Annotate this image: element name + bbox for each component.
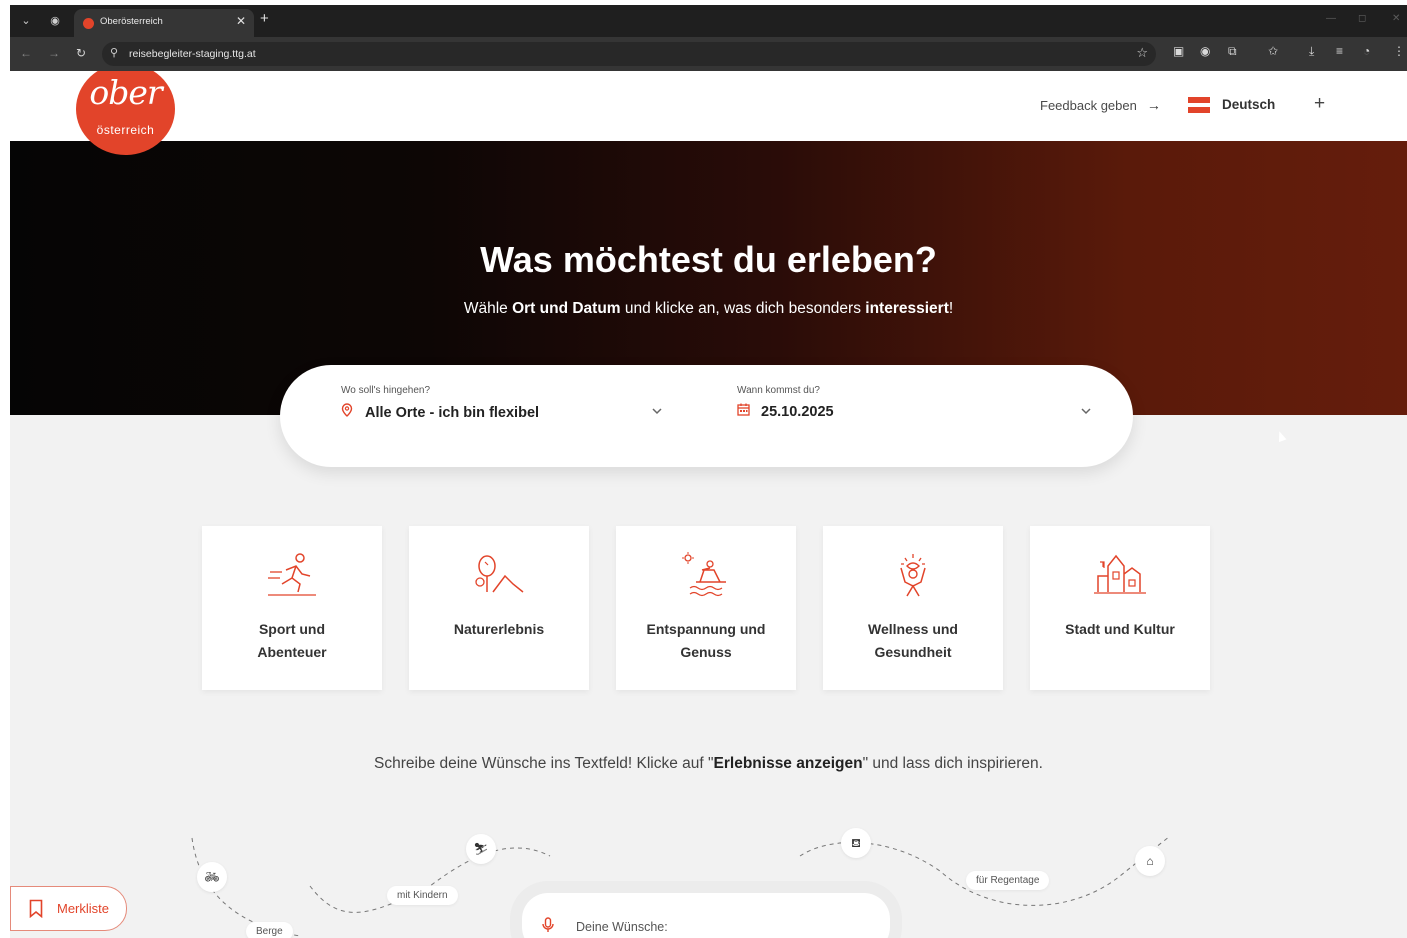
category-card-city[interactable]: Stadt und Kultur xyxy=(1030,526,1210,690)
forward-icon[interactable]: → xyxy=(48,46,60,60)
hiking-icon[interactable]: ⛷︎ xyxy=(466,834,496,864)
nature-icon xyxy=(475,555,524,593)
location-select[interactable]: Wo soll's hingehen? Alle Orte - ich bin … xyxy=(341,385,539,421)
merkliste-label: Merkliste xyxy=(57,901,110,916)
bike-icon[interactable]: 🚲︎ xyxy=(197,862,227,892)
austria-flag-icon xyxy=(1188,97,1210,113)
feedback-link[interactable]: Feedback geben → xyxy=(1040,97,1161,113)
category-title: Naturerlebnis xyxy=(453,621,545,637)
browser-tab[interactable]: Oberösterreich ✕ xyxy=(74,9,254,37)
category-card-wellness[interactable]: Wellness und Gesundheit xyxy=(823,526,1003,690)
chip-berge[interactable]: Berge xyxy=(246,922,293,938)
url-text: reisebegleiter-staging.ttg.at xyxy=(129,48,256,60)
puzzle-icon[interactable]: ⧉ xyxy=(1228,44,1237,59)
city-icon xyxy=(1094,554,1146,594)
wishes-input[interactable]: Deine Wünsche: xyxy=(522,893,890,938)
bookmark-star-icon[interactable]: ☆ xyxy=(1136,45,1148,61)
sport-icon xyxy=(268,553,316,596)
category-card-sport[interactable]: Sport und Abenteuer xyxy=(202,526,382,690)
date-value: 25.10.2025 xyxy=(761,404,834,420)
site-settings-icon[interactable]: ⚲ xyxy=(110,46,118,59)
category-title: Entspannung und Genuss xyxy=(646,621,766,660)
url-field[interactable]: ⚲ reisebegleiter-staging.ttg.at ☆ xyxy=(102,42,1156,66)
category-card-relax[interactable]: Entspannung und Genuss xyxy=(616,526,796,690)
back-icon[interactable]: ← xyxy=(20,46,32,60)
reading-list-icon[interactable]: ≡ xyxy=(1336,44,1343,58)
reload-icon[interactable]: ↻ xyxy=(76,46,86,60)
plus-icon[interactable]: + xyxy=(1314,93,1325,115)
category-title: Sport und Abenteuer xyxy=(257,621,327,660)
bookmark-icon xyxy=(29,899,43,918)
web-page: Feedback geben → Deutsch + ober österreic… xyxy=(10,71,1407,938)
microphone-icon[interactable] xyxy=(542,917,554,936)
feedback-label: Feedback geben xyxy=(1040,98,1137,113)
extension-icon[interactable]: ▣ xyxy=(1173,44,1184,58)
date-label: Wann kommst du? xyxy=(737,385,820,396)
favorites-icon[interactable]: ✩ xyxy=(1268,44,1278,58)
browser-window: ⌄ ◉ Oberösterreich ✕ + — ◻ ✕ ← → ↻ ⚲ rei… xyxy=(10,5,1407,938)
category-card-nature[interactable]: Naturerlebnis xyxy=(409,526,589,690)
wellness-icon xyxy=(900,554,926,597)
maximize-icon[interactable]: ◻ xyxy=(1358,13,1366,24)
menu-icon[interactable]: ⋮ xyxy=(1393,44,1405,58)
close-tab-icon[interactable]: ✕ xyxy=(236,14,246,28)
arrow-right-icon: → xyxy=(1146,97,1161,113)
extension-eye-icon[interactable]: ◉ xyxy=(1200,44,1210,58)
tab-title: Oberösterreich xyxy=(100,16,163,27)
instruction-text: Schreibe deine Wünsche ins Textfeld! Kli… xyxy=(374,755,1043,772)
location-label: Wo soll's hingehen? xyxy=(341,385,431,396)
category-title: Stadt und Kultur xyxy=(1065,621,1175,637)
close-window-icon[interactable]: ✕ xyxy=(1392,13,1400,24)
address-bar: ← → ↻ ⚲ reisebegleiter-staging.ttg.at ☆ … xyxy=(10,37,1407,71)
date-select[interactable]: Wann kommst du? 25.10.2025 xyxy=(737,385,834,420)
favicon-icon xyxy=(83,18,94,29)
map-pin-icon xyxy=(341,403,359,420)
language-label: Deutsch xyxy=(1222,97,1276,112)
calendar-icon xyxy=(737,403,755,419)
date-chevron-down-icon[interactable] xyxy=(1080,405,1092,417)
minimize-icon[interactable]: — xyxy=(1326,13,1336,24)
profile-icon[interactable]: ◔ xyxy=(1363,44,1370,58)
relax-icon xyxy=(682,552,726,597)
chip-kids[interactable]: mit Kindern xyxy=(387,886,458,905)
new-tab-icon[interactable]: + xyxy=(260,10,269,27)
chip-rain[interactable]: für Regentage xyxy=(966,871,1050,890)
location-value: Alle Orte - ich bin flexibel xyxy=(365,405,540,421)
hero-subtitle: Wähle Ort und Datum und klicke an, was d… xyxy=(463,300,954,317)
category-title: Wellness und Gesundheit xyxy=(868,621,958,660)
lounger-icon[interactable]: ⛾ xyxy=(841,828,871,858)
site-header: Feedback geben → Deutsch + xyxy=(10,71,1407,141)
hero-title: Was möchtest du erleben? xyxy=(480,239,937,280)
download-icon[interactable]: ⤓ xyxy=(1309,44,1314,59)
tab-strip: ⌄ ◉ Oberösterreich ✕ + — ◻ ✕ xyxy=(10,5,1407,37)
logo-sub-text: österreich xyxy=(96,123,155,137)
mouse-cursor xyxy=(1275,429,1287,443)
search-box: Wo soll's hingehen? Alle Orte - ich bin … xyxy=(280,365,1133,467)
merkliste-button[interactable]: Merkliste xyxy=(10,886,127,931)
wishes-placeholder: Deine Wünsche: xyxy=(576,920,668,934)
location-chevron-down-icon[interactable] xyxy=(651,405,663,417)
tab-search-icon[interactable]: ⌄ xyxy=(18,13,34,29)
logo-main-text: ober xyxy=(89,73,162,112)
record-icon[interactable]: ◉ xyxy=(47,13,63,29)
bed-icon[interactable]: ⌂ xyxy=(1135,846,1165,876)
